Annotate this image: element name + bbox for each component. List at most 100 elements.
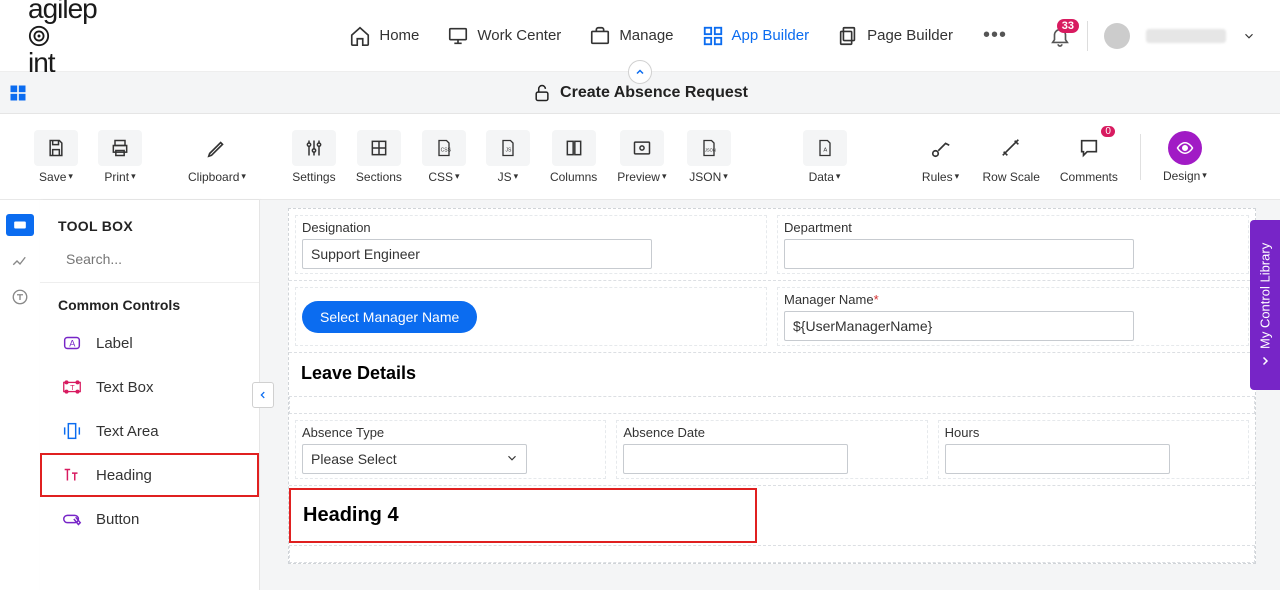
spacer-row	[289, 396, 1255, 414]
control-textbox-text: Text Box	[96, 379, 154, 396]
apps-grid-button[interactable]	[8, 83, 28, 103]
form-icon	[12, 218, 28, 232]
hours-label: Hours	[945, 425, 1242, 440]
field-absence-type[interactable]: Absence Type	[295, 420, 606, 479]
control-heading[interactable]: Heading	[40, 453, 259, 497]
data-button[interactable]: A Data▾	[797, 126, 853, 188]
field-absence-date[interactable]: Absence Date	[616, 420, 927, 479]
page-title: Create Absence Request	[560, 84, 748, 102]
absence-type-label: Absence Type	[302, 425, 599, 440]
my-control-library-tab[interactable]: My Control Library	[1250, 220, 1280, 390]
nav-appbuilder-label: App Builder	[732, 27, 810, 44]
comments-button[interactable]: 0 Comments	[1054, 126, 1124, 188]
design-button[interactable]: Design▾	[1157, 127, 1213, 187]
columns-button[interactable]: Columns	[544, 126, 603, 188]
notifications-button[interactable]: 33	[1049, 25, 1071, 47]
department-input[interactable]	[784, 239, 1134, 269]
nav-appbuilder[interactable]: App Builder	[702, 25, 810, 47]
control-button[interactable]: Button	[40, 497, 259, 541]
svg-text:A: A	[823, 147, 827, 153]
settings-button[interactable]: Settings	[286, 126, 342, 188]
field-department[interactable]: Department	[777, 215, 1249, 274]
control-heading-text: Heading	[96, 467, 152, 484]
svg-text:A: A	[69, 339, 76, 349]
avatar[interactable]	[1104, 23, 1130, 49]
separator	[1140, 134, 1141, 180]
control-label-text: Label	[96, 335, 133, 352]
columns-icon	[564, 138, 584, 158]
notification-badge: 33	[1057, 19, 1079, 33]
field-select-manager[interactable]: Select Manager Name	[295, 287, 767, 346]
heading-icon	[61, 464, 83, 486]
js-file-icon: JS	[498, 138, 518, 158]
nav-more[interactable]: •••	[981, 24, 1009, 47]
heading4-dropped[interactable]: Heading 4	[289, 488, 757, 543]
save-button[interactable]: Save▾	[28, 126, 84, 188]
row-leave-fields: Absence Type Absence Date Hours	[289, 414, 1255, 486]
button-icon	[61, 508, 83, 530]
brand-logo: agilepint	[28, 0, 97, 79]
home-icon	[349, 25, 371, 47]
toolbox-search[interactable]	[40, 244, 259, 283]
nav-home-label: Home	[379, 27, 419, 44]
absence-type-select[interactable]	[302, 444, 527, 474]
js-button[interactable]: JS JS▾	[480, 126, 536, 188]
designation-input[interactable]	[302, 239, 652, 269]
form-area: Designation Department Select Manager Na…	[288, 208, 1256, 564]
search-input[interactable]	[66, 251, 247, 267]
textbox-icon: T	[61, 376, 83, 398]
page-title-row: Create Absence Request	[532, 83, 748, 103]
grid-icon	[702, 25, 724, 47]
separator	[1087, 21, 1088, 51]
copy-icon	[837, 25, 859, 47]
svg-text:CSS: CSS	[441, 147, 452, 153]
css-button[interactable]: CSS CSS▾	[416, 126, 472, 188]
json-file-icon: JSON	[699, 138, 719, 158]
print-icon	[110, 138, 130, 158]
chart-icon	[11, 252, 29, 270]
eye-filled-icon	[1176, 139, 1194, 157]
absence-date-label: Absence Date	[623, 425, 920, 440]
rowscale-button[interactable]: Row Scale	[977, 126, 1046, 188]
manager-input[interactable]	[784, 311, 1134, 341]
rail-chart[interactable]	[6, 250, 34, 272]
clipboard-button[interactable]: Clipboard▾	[182, 126, 252, 188]
rail-toolbox[interactable]	[6, 214, 34, 236]
toolbar: Save▾ Print▾ Clipboard▾ Settings Section…	[0, 114, 1280, 200]
form-canvas[interactable]: Designation Department Select Manager Na…	[260, 200, 1280, 590]
field-hours[interactable]: Hours	[938, 420, 1249, 479]
collapse-up[interactable]	[628, 60, 652, 84]
heading4-text: Heading 4	[291, 490, 755, 541]
select-manager-button[interactable]: Select Manager Name	[302, 301, 477, 333]
data-file-icon: A	[815, 138, 835, 158]
control-textarea[interactable]: Text Area	[40, 409, 259, 453]
nav-pagebuilder[interactable]: Page Builder	[837, 25, 953, 47]
absence-date-input[interactable]	[623, 444, 848, 474]
group-common-controls: Common Controls	[40, 283, 259, 321]
sliders-icon	[304, 138, 324, 158]
nav-workcenter[interactable]: Work Center	[447, 25, 561, 47]
rules-button[interactable]: Rules▾	[913, 126, 969, 188]
control-label[interactable]: A Label	[40, 321, 259, 365]
monitor-icon	[447, 25, 469, 47]
chevron-left-icon	[258, 389, 268, 401]
workspace: TOOL BOX Common Controls A Label T Text …	[0, 200, 1280, 590]
rail-text[interactable]	[6, 286, 34, 308]
nav-home[interactable]: Home	[349, 25, 419, 47]
json-button[interactable]: JSON JSON▾	[681, 126, 737, 188]
control-textbox[interactable]: T Text Box	[40, 365, 259, 409]
print-button[interactable]: Print▾	[92, 126, 148, 188]
field-designation[interactable]: Designation	[295, 215, 767, 274]
eye-icon	[632, 138, 652, 158]
svg-text:T: T	[70, 383, 75, 392]
collapse-toolbox-button[interactable]	[252, 382, 274, 408]
rules-icon	[930, 137, 952, 159]
preview-button[interactable]: Preview▾	[611, 126, 672, 188]
ruler-icon	[1000, 137, 1022, 159]
hours-input[interactable]	[945, 444, 1170, 474]
field-manager-name[interactable]: Manager Name*	[777, 287, 1249, 346]
textarea-icon	[61, 420, 83, 442]
sections-button[interactable]: Sections	[350, 126, 408, 188]
nav-manage[interactable]: Manage	[589, 25, 673, 47]
chevron-down-icon[interactable]	[1242, 29, 1256, 43]
